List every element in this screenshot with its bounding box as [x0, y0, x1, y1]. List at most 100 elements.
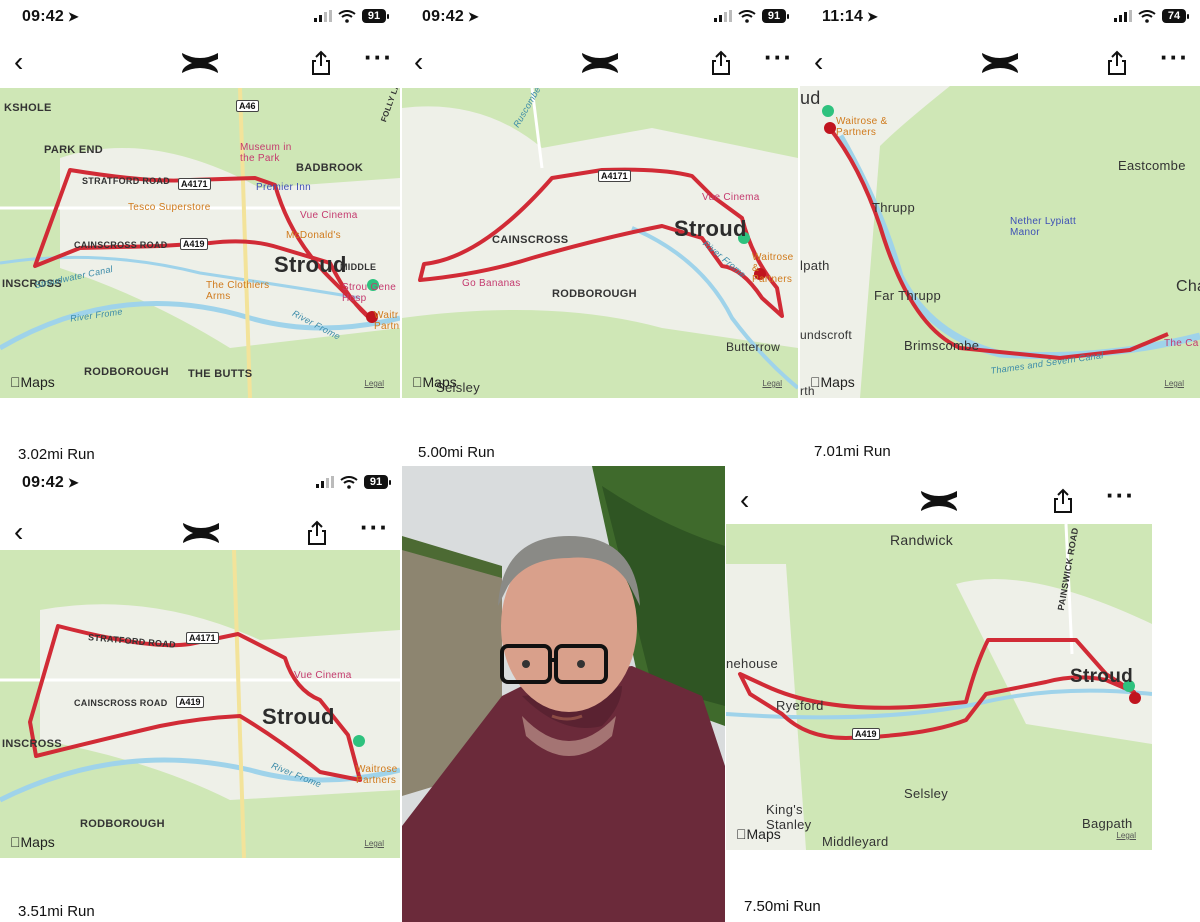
poi-label: Waitrose & Partners: [752, 252, 794, 285]
wifi-icon: [1138, 9, 1156, 23]
more-icon[interactable]: ···: [1160, 42, 1189, 73]
under-armour-logo-icon[interactable]: [579, 50, 621, 76]
share-icon[interactable]: [710, 50, 732, 76]
run-distance-label: 7.50mi Run: [744, 898, 821, 915]
apple-maps-logo: Maps: [736, 826, 781, 842]
poi-label: The Ca: [1164, 338, 1199, 349]
map-label: lpath: [800, 258, 830, 273]
run-distance-label: 3.51mi Run: [18, 903, 95, 920]
back-icon[interactable]: ‹: [740, 486, 749, 514]
route-map[interactable]: Randwick nehouse Ryeford Selsley King's …: [726, 524, 1152, 850]
poi-label: Strou Gene Hosp: [342, 282, 397, 304]
battery-icon: 91: [364, 475, 391, 489]
run-panel-2: 09:42 ➤ 91 ‹ ··· CAINSCROSS RODBOROUGH Bu…: [400, 0, 800, 466]
legal-link[interactable]: Legal: [762, 379, 782, 388]
share-icon[interactable]: [306, 520, 328, 546]
location-arrow-icon: ➤: [867, 9, 879, 24]
road-badge: A419: [180, 238, 208, 250]
battery-icon: 91: [362, 9, 389, 23]
route-map[interactable]: ud Eastcombe Thrupp Far Thrupp Brimscomb…: [800, 86, 1200, 398]
status-time: 09:42 ➤: [22, 474, 80, 491]
run-panel-5: ‹ ··· Randwick nehouse Ryeford Selsley K…: [726, 466, 1152, 922]
road-badge: A419: [852, 728, 880, 740]
apple-maps-logo: Maps: [10, 374, 55, 390]
map-label: Bagpath: [1082, 816, 1133, 831]
more-icon[interactable]: ···: [360, 512, 389, 543]
app-toolbar: ‹ ···: [400, 42, 800, 88]
more-icon[interactable]: ···: [364, 42, 393, 73]
map-label: Middleyard: [822, 834, 889, 849]
app-toolbar: ‹ ···: [800, 42, 1200, 88]
status-time: 11:14 ➤: [822, 8, 879, 25]
battery-icon: 91: [762, 9, 789, 23]
run-distance-label: 7.01mi Run: [814, 443, 891, 460]
status-time: 09:42 ➤: [422, 8, 480, 25]
status-bar: 09:42 ➤ 91: [0, 0, 400, 34]
run-panel-3: 11:14 ➤ 74 ‹ ··· ud Eastcombe Thrupp Far …: [800, 0, 1200, 466]
poi-label: Nether Lypiatt Manor: [1010, 216, 1077, 238]
town-label: Stroud: [274, 252, 347, 277]
more-icon[interactable]: ···: [764, 42, 793, 73]
poi-label: Tesco Superstore: [128, 202, 211, 213]
under-armour-logo-icon[interactable]: [179, 50, 221, 76]
map-label: Ryeford: [776, 698, 824, 713]
road-badge: A4171: [178, 178, 211, 190]
location-arrow-icon: ➤: [67, 475, 80, 490]
map-label: RODBOROUGH: [552, 288, 637, 300]
map-label: BADBROOK: [296, 162, 364, 174]
under-armour-logo-icon[interactable]: [979, 50, 1021, 76]
back-icon[interactable]: ‹: [414, 48, 423, 76]
poi-label: McDonald's: [286, 230, 341, 241]
wifi-icon: [340, 475, 358, 489]
under-armour-logo-icon[interactable]: [180, 520, 222, 546]
road-badge: A46: [236, 100, 259, 112]
status-bar: 09:42 ➤ 91: [400, 0, 800, 34]
share-icon[interactable]: [1106, 50, 1128, 76]
route-map[interactable]: CAINSCROSS RODBOROUGH Butterrow Selsley …: [402, 88, 798, 398]
runner-selfie-photo: [402, 466, 725, 922]
town-label: Stroud: [674, 216, 747, 241]
map-label: CAINSCROSS: [492, 234, 569, 246]
road-label: CAINSCROSS ROAD: [74, 698, 168, 708]
apple-maps-logo: Maps: [810, 374, 855, 390]
poi-label: Go Bananas: [462, 278, 521, 289]
map-label: Randwick: [890, 532, 954, 548]
map-label: Brimscombe: [904, 338, 980, 353]
back-icon[interactable]: ‹: [14, 48, 23, 76]
run-distance-label: 3.02mi Run: [18, 446, 95, 463]
share-icon[interactable]: [1052, 488, 1074, 514]
wifi-icon: [738, 9, 756, 23]
poi-label: Waitrose & Partners: [836, 116, 888, 138]
poi-label: Waitr Partn: [374, 310, 400, 332]
town-label: Stroud: [1070, 666, 1134, 687]
back-icon[interactable]: ‹: [14, 518, 23, 546]
poi-label: Waitrose Partners: [356, 764, 398, 786]
map-label: INSCROSS: [2, 738, 62, 750]
apple-maps-logo: Maps: [10, 834, 55, 850]
legal-link[interactable]: Legal: [1164, 379, 1184, 388]
poi-label: Vue Cinema: [702, 192, 760, 203]
map-label: Selsley: [904, 786, 949, 801]
map-label: Eastcombe: [1118, 158, 1186, 173]
battery-icon: 74: [1162, 9, 1189, 23]
legal-link[interactable]: Legal: [364, 839, 384, 848]
app-toolbar: ‹ ···: [0, 42, 400, 88]
poi-label: Vue Cinema: [300, 210, 358, 221]
legal-link[interactable]: Legal: [364, 379, 384, 388]
run-panel-4: 09:42 ➤ 91 ‹ ··· INSCROSS RODBOROUGH STRA…: [0, 466, 402, 922]
map-label: nehouse: [726, 656, 778, 671]
poi-label: Vue Cinema: [294, 670, 352, 681]
road-badge: A4171: [598, 170, 631, 182]
apple-maps-logo: Maps: [412, 374, 457, 390]
route-map[interactable]: KSHOLE PARK END BADBROOK INSCROSS RODBOR…: [0, 88, 400, 398]
signal-icon: [1114, 10, 1132, 22]
under-armour-logo-icon[interactable]: [918, 488, 960, 514]
back-icon[interactable]: ‹: [814, 48, 823, 76]
map-label: KSHOLE: [4, 102, 52, 114]
road-badge: A4171: [186, 632, 219, 644]
route-map[interactable]: INSCROSS RODBOROUGH STRATFORD ROAD CAINS…: [0, 550, 400, 858]
more-icon[interactable]: ···: [1106, 480, 1135, 511]
poi-label: The Clothiers Arms: [206, 280, 270, 302]
legal-link[interactable]: Legal: [1116, 831, 1136, 840]
share-icon[interactable]: [310, 50, 332, 76]
